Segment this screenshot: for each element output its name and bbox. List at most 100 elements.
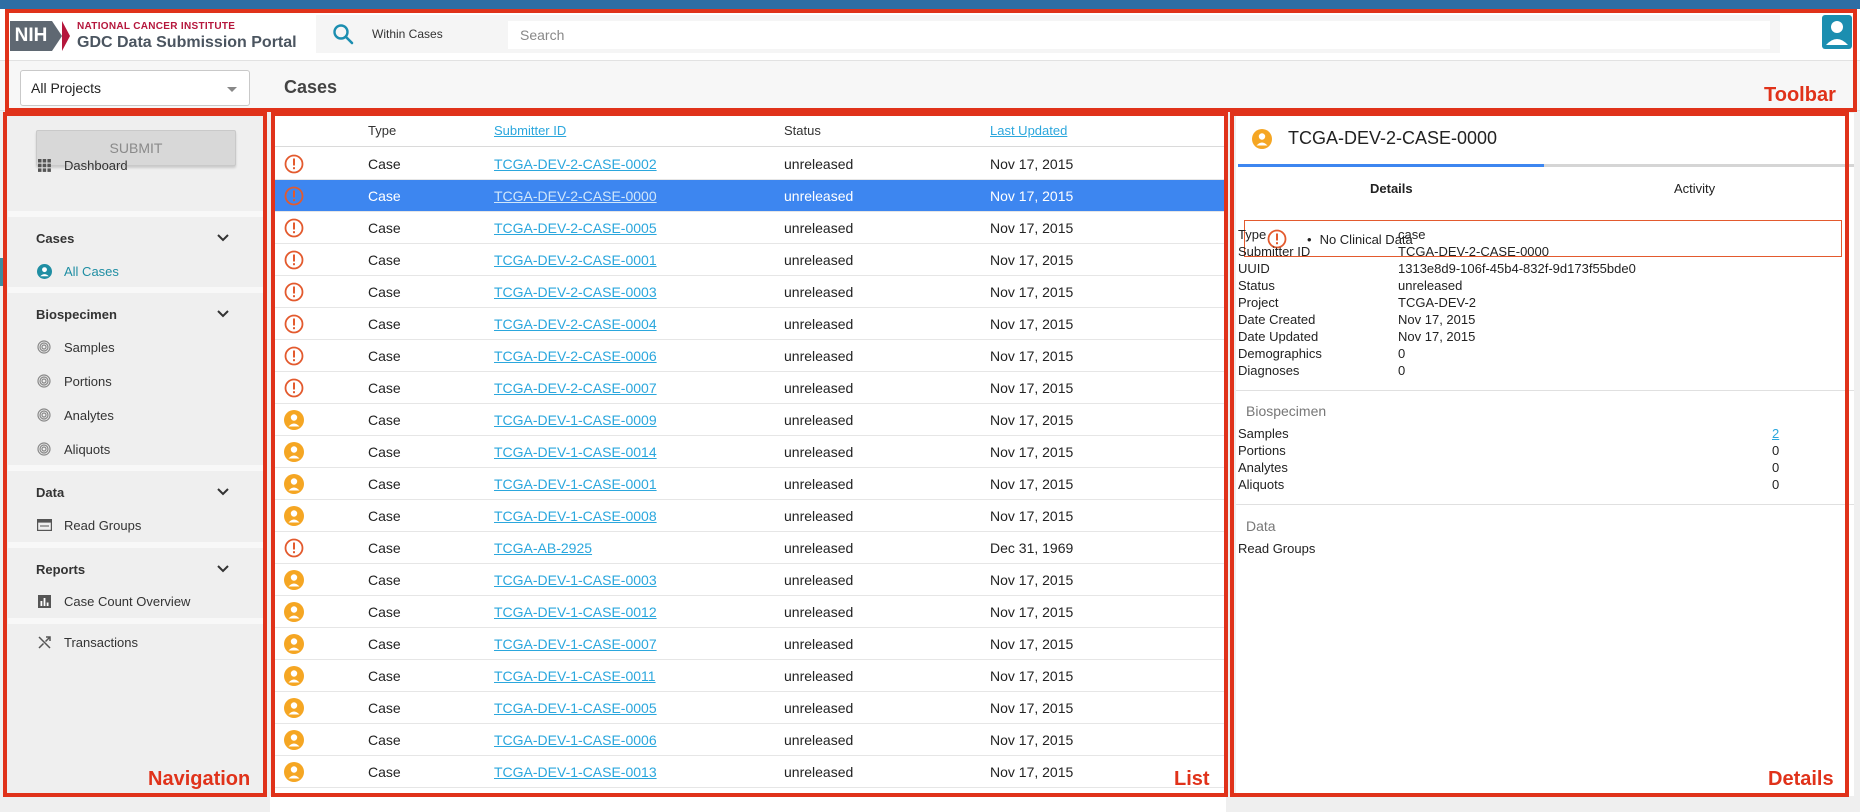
row-submitter-id-link[interactable]: TCGA-DEV-1-CASE-0014 [494,444,657,460]
row-type: Case [368,764,401,780]
section-title-biospecimen: Biospecimen [1246,403,1327,419]
search-scope[interactable]: Within Cases [372,27,443,41]
warning-icon [284,346,304,366]
sidebar-item-all-cases[interactable]: All Cases [36,263,119,279]
row-status: unreleased [784,444,854,460]
column-header-submitter-id[interactable]: Submitter ID [494,123,566,138]
row-status: unreleased [784,636,854,652]
nih-logo[interactable]: NIH NATIONAL CANCER INSTITUTE GDC Data S… [10,19,297,53]
logo-text: NATIONAL CANCER INSTITUTE GDC Data Submi… [77,21,297,51]
row-submitter-id-link[interactable]: TCGA-DEV-1-CASE-0001 [494,476,657,492]
row-last-updated: Nov 17, 2015 [990,156,1074,172]
table-row[interactable]: Case TCGA-DEV-1-CASE-0009 unreleased Nov 17… [272,404,1226,436]
table-row[interactable]: Case TCGA-DEV-1-CASE-0006 unreleased Nov 17… [272,724,1226,756]
row-submitter-id-link[interactable]: TCGA-DEV-2-CASE-0007 [494,380,657,396]
row-submitter-id-link[interactable]: TCGA-DEV-1-CASE-0006 [494,732,657,748]
table-row[interactable]: Case TCGA-DEV-1-CASE-0011 unreleased Nov 17… [272,660,1226,692]
row-type: Case [368,156,401,172]
table-row[interactable]: Case TCGA-DEV-1-CASE-0003 unreleased Nov 17… [272,564,1226,596]
search-input[interactable] [508,21,1770,49]
row-submitter-id-link[interactable]: TCGA-DEV-1-CASE-0008 [494,508,657,524]
row-submitter-id-link[interactable]: TCGA-DEV-1-CASE-0007 [494,636,657,652]
table-row[interactable]: Case TCGA-DEV-1-CASE-0014 unreleased Nov 17… [272,436,1226,468]
row-last-updated: Nov 17, 2015 [990,700,1074,716]
nav-heading-cases: Cases [36,231,75,246]
table-row[interactable]: Case TCGA-DEV-1-CASE-0005 unreleased Nov 17… [272,692,1226,724]
row-type: Case [368,380,401,396]
sidebar-item-case-count-overview[interactable]: Case Count Overview [36,593,190,609]
chevron-down-icon[interactable] [216,564,230,574]
row-submitter-id-link[interactable]: TCGA-DEV-1-CASE-0009 [494,412,657,428]
biospecimen-count[interactable]: 2 [1772,426,1779,441]
user-icon[interactable] [1822,15,1852,49]
annotation-label-toolbar: Toolbar [1764,84,1836,106]
table-row[interactable]: Case TCGA-DEV-2-CASE-0006 unreleased Nov 17… [272,340,1226,372]
fingerprint-icon [36,339,52,355]
table-row[interactable]: Case TCGA-DEV-2-CASE-0004 unreleased Nov 17… [272,308,1226,340]
warning-icon [284,282,304,302]
sidebar-item-read-groups[interactable]: Read Groups [36,517,141,533]
row-last-updated: Nov 17, 2015 [990,732,1074,748]
row-submitter-id-link[interactable]: TCGA-DEV-1-CASE-0013 [494,764,657,780]
warning-icon [284,538,304,558]
row-submitter-id-link[interactable]: TCGA-DEV-1-CASE-0011 [494,668,656,684]
biospecimen-count: 0 [1772,443,1780,458]
table-row[interactable]: Case TCGA-DEV-2-CASE-0000 unreleased Nov 17… [272,180,1226,212]
property-value: case [1398,227,1426,242]
nav-heading-reports: Reports [36,562,86,577]
chevron-down-icon[interactable] [216,233,230,243]
row-submitter-id-link[interactable]: TCGA-DEV-2-CASE-0003 [494,284,657,300]
row-submitter-id-link[interactable]: TCGA-DEV-2-CASE-0000 [494,188,657,204]
row-submitter-id-link[interactable]: TCGA-DEV-2-CASE-0006 [494,348,657,364]
logo-chevron [62,21,70,51]
sidebar-item-samples[interactable]: Samples [36,339,115,355]
table-row[interactable]: Case TCGA-DEV-1-CASE-0008 unreleased Nov 17… [272,500,1226,532]
row-submitter-id-link[interactable]: TCGA-DEV-2-CASE-0001 [494,252,657,268]
row-submitter-id-link[interactable]: TCGA-DEV-2-CASE-0005 [494,220,657,236]
table-row[interactable]: Case TCGA-AB-2925 unreleased Dec 31, 1969 [272,532,1226,564]
column-header-status[interactable]: Status [784,123,821,138]
chevron-down-icon[interactable] [216,487,230,497]
table-row[interactable]: Case TCGA-DEV-2-CASE-0007 unreleased Nov 17… [272,372,1226,404]
row-type: Case [368,668,401,684]
details-panel: TCGA-DEV-2-CASE-0000 Details Activity No… [1236,113,1854,796]
row-submitter-id-link[interactable]: TCGA-AB-2925 [494,540,592,556]
sidebar-item-aliquots[interactable]: Aliquots [36,441,110,457]
tab-underline-active [1238,164,1544,167]
row-submitter-id-link[interactable]: TCGA-DEV-2-CASE-0004 [494,316,657,332]
sidebar-item-dashboard[interactable]: Dashboard [36,157,128,173]
table-row[interactable]: Case TCGA-DEV-2-CASE-0005 unreleased Nov 17… [272,212,1226,244]
row-submitter-id-link[interactable]: TCGA-DEV-1-CASE-0005 [494,700,657,716]
table-row[interactable]: Case TCGA-DEV-2-CASE-0003 unreleased Nov 17… [272,276,1226,308]
project-select[interactable]: All Projects [20,70,250,106]
row-last-updated: Nov 17, 2015 [990,220,1074,236]
table-row[interactable]: Case TCGA-DEV-1-CASE-0012 unreleased Nov 17… [272,596,1226,628]
sidebar-item-portions[interactable]: Portions [36,373,112,389]
tab-details[interactable]: Details [1370,181,1413,196]
page-title: Cases [284,77,338,97]
row-last-updated: Nov 17, 2015 [990,604,1074,620]
bar-chart-icon [36,593,52,609]
column-header-last-updated[interactable]: Last Updated [990,123,1067,138]
tab-activity[interactable]: Activity [1674,181,1715,196]
search-icon[interactable] [332,23,354,45]
column-header-type[interactable]: Type [368,123,396,138]
table-row[interactable]: Case TCGA-DEV-2-CASE-0002 unreleased Nov 17… [272,148,1226,180]
sidebar-item-analytes[interactable]: Analytes [36,407,114,423]
chevron-down-icon[interactable] [216,309,230,319]
row-last-updated: Dec 31, 1969 [990,540,1074,556]
row-submitter-id-link[interactable]: TCGA-DEV-1-CASE-0012 [494,604,657,620]
table-row[interactable]: Case TCGA-DEV-1-CASE-0013 unreleased Nov 17… [272,756,1226,788]
sidebar-item-label: Samples [64,339,115,355]
nav-separator [8,618,264,624]
row-type: Case [368,252,401,268]
row-submitter-id-link[interactable]: TCGA-DEV-2-CASE-0002 [494,156,657,172]
table-row[interactable]: Case TCGA-DEV-1-CASE-0001 unreleased Nov 17… [272,468,1226,500]
row-submitter-id-link[interactable]: TCGA-DEV-1-CASE-0003 [494,572,657,588]
sidebar-item-transactions[interactable]: Transactions [36,634,138,650]
table-row[interactable]: Case TCGA-DEV-2-CASE-0001 unreleased Nov 17… [272,244,1226,276]
row-type: Case [368,284,401,300]
case-list: Type Submitter ID Status Last Updated Ca… [272,113,1226,796]
row-status: unreleased [784,220,854,236]
table-row[interactable]: Case TCGA-DEV-1-CASE-0007 unreleased Nov 17… [272,628,1226,660]
